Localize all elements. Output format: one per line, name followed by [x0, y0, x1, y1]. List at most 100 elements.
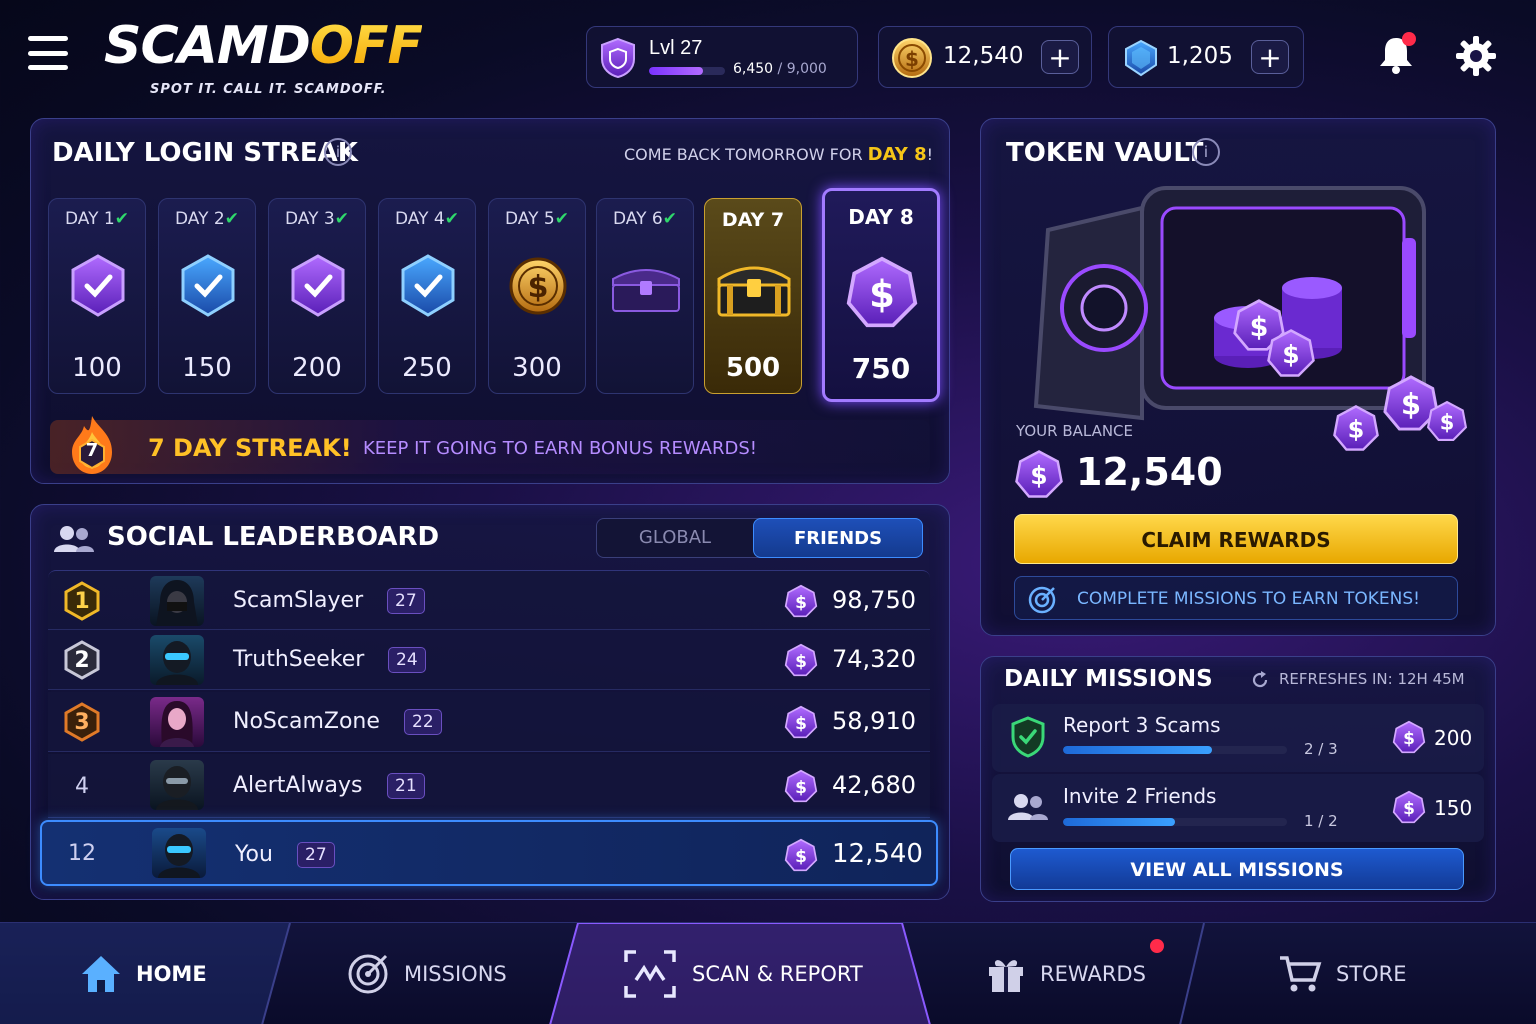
menu-button[interactable] [28, 36, 68, 70]
missions-hint-text: COMPLETE MISSIONS TO EARN TOKENS! [1077, 589, 1420, 609]
notifications-button[interactable] [1376, 32, 1416, 76]
avatar [150, 576, 204, 626]
day-label: DAY 3 [285, 209, 335, 229]
balance-label: YOUR BALANCE [1016, 422, 1134, 440]
player-level: 24 [388, 647, 426, 673]
streak-info-icon[interactable]: i [324, 138, 352, 166]
nav-home[interactable]: HOME [80, 923, 207, 1024]
player-level: 21 [387, 773, 425, 799]
day-amount: 100 [72, 353, 122, 383]
player-name: You [235, 842, 273, 867]
vault-title: TOKEN VAULT [1006, 138, 1204, 168]
check-icon: ✔ [662, 209, 677, 229]
purple-chest-icon [612, 269, 680, 312]
coin-balance-panel: $ 12,540 + [878, 26, 1092, 88]
come-back-end: ! [926, 145, 934, 164]
player-level: 27 [387, 588, 425, 614]
come-back-day: DAY 8 [867, 144, 927, 165]
add-coins-button[interactable]: + [1041, 40, 1079, 74]
streak-day-5: DAY 5✔ $ 300 [488, 198, 586, 394]
nav-store[interactable]: STORE [1278, 923, 1407, 1024]
logo-text-main: SCAMD [104, 16, 311, 76]
coin-balance: 12,540 [943, 43, 1024, 69]
xp-readout: 6,450 / 9,000 [733, 61, 827, 77]
player-score: 42,680 [832, 771, 916, 799]
leaderboard-row-self[interactable]: 12 You 27 12,540 [40, 820, 938, 886]
rank-number: 1 [74, 589, 90, 614]
tab-global[interactable]: GLOBAL [597, 519, 753, 557]
token-icon [784, 583, 818, 619]
nav-store-label: STORE [1336, 962, 1407, 986]
target-icon [1028, 586, 1056, 614]
nav-missions-label: MISSIONS [404, 962, 507, 986]
day-amount: 200 [292, 353, 342, 383]
nav-rewards[interactable]: REWARDS [986, 923, 1146, 1024]
mission-name: Report 3 Scams [1063, 713, 1221, 737]
xp-separator: / [773, 61, 787, 77]
player-score: 58,910 [832, 707, 916, 735]
tab-friends[interactable]: FRIENDS [753, 518, 923, 558]
missions-hint-button[interactable]: COMPLETE MISSIONS TO EARN TOKENS! [1014, 576, 1458, 620]
nav-rewards-label: REWARDS [1040, 962, 1146, 986]
mission-progress-text: 1 / 2 [1304, 812, 1338, 830]
bottom-nav: HOME MISSIONS SCAN & REPORT REWARDS STOR… [0, 922, 1536, 1024]
app-logo: SCAMDOFF [104, 14, 423, 78]
vault-info-icon[interactable]: i [1192, 138, 1220, 166]
leaderboard-row[interactable]: 4 AlertAlways 21 42,680 [48, 754, 930, 818]
hooded-avatar-icon [156, 580, 198, 626]
streak-count-text: 7 DAY STREAK! [148, 434, 352, 462]
avatar [150, 760, 204, 810]
player-score: 74,320 [832, 645, 916, 673]
view-all-missions-button[interactable]: VIEW ALL MISSIONS [1010, 848, 1464, 890]
mission-progress-fill [1063, 746, 1213, 754]
nav-scan-report[interactable]: SCAN & REPORT [622, 923, 863, 1024]
mission-item[interactable]: Invite 2 Friends 1 / 2 150 [992, 774, 1484, 842]
check-icon: ✔ [554, 209, 569, 229]
check-icon: ✔ [224, 209, 239, 229]
streak-day-3: DAY 3✔ 200 [268, 198, 366, 394]
claim-rewards-button[interactable]: CLAIM REWARDS [1014, 514, 1458, 564]
ninja-avatar-icon [156, 766, 198, 810]
day-label: DAY 1 [65, 209, 115, 229]
rank-number: 3 [74, 710, 90, 735]
day-amount: 500 [725, 353, 781, 383]
masked-avatar-icon [156, 641, 198, 685]
avatar [150, 635, 204, 685]
day-label: DAY 5 [505, 209, 555, 229]
token-icon [784, 837, 818, 873]
missions-refresh-timer: REFRESHES IN: 12H 45M [1279, 670, 1465, 688]
mission-item[interactable]: Report 3 Scams 2 / 3 200 [992, 704, 1484, 772]
day-amount: 300 [512, 353, 562, 383]
streak-day-4: DAY 4✔ 250 [378, 198, 476, 394]
leaderboard-row[interactable]: 3 NoScamZone 22 58,910 [48, 692, 930, 752]
blue-gem-icon [1125, 39, 1157, 77]
settings-button[interactable] [1454, 34, 1498, 78]
cart-icon [1280, 956, 1322, 992]
home-icon [82, 956, 120, 992]
nav-missions[interactable]: MISSIONS [346, 923, 507, 1024]
day-label: DAY 6 [613, 209, 663, 229]
tagline: SPOT IT. CALL IT. SCAMDOFF. [150, 82, 387, 97]
streak-badge-number: 7 [85, 440, 99, 461]
target-icon [348, 954, 388, 994]
mission-name: Invite 2 Friends [1063, 784, 1217, 808]
level-panel[interactable]: Lvl 27 6,450 / 9,000 [586, 26, 858, 88]
shield-check-icon [1011, 716, 1045, 758]
player-name: ScamSlayer [233, 588, 364, 613]
gift-icon [989, 960, 1023, 992]
streak-day-6: DAY 6✔ [596, 198, 694, 394]
leaderboard-row[interactable]: 1 ScamSlayer 27 98,750 [48, 570, 930, 630]
xp-max: 9,000 [786, 61, 827, 77]
mission-reward: 150 [1434, 796, 1473, 820]
mission-progress-bar [1063, 746, 1287, 754]
day-label: DAY 8 [848, 205, 914, 229]
streak-day-7: DAY 7 500 [704, 198, 802, 394]
leaderboard-row[interactable]: 2 TruthSeeker 24 74,320 [48, 630, 930, 690]
add-gems-button[interactable]: + [1251, 40, 1289, 74]
token-icon [784, 768, 818, 804]
woman-avatar-icon [160, 701, 194, 747]
nav-home-label: HOME [136, 962, 207, 986]
masked-avatar-icon [158, 834, 200, 878]
player-name: NoScamZone [233, 709, 380, 734]
gold-coin-icon: $ [509, 257, 567, 315]
